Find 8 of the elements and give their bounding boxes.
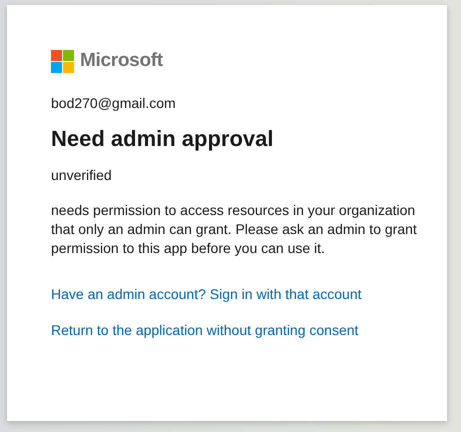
link[interactable]: Return to the application without granting consent — [51, 321, 358, 340]
page-title: Need admin approval — [51, 125, 275, 153]
account-email: bod270@gmail.com — [51, 94, 177, 113]
logo-icon — [51, 50, 74, 72]
link[interactable]: Have an admin account? Sign in with that account — [51, 285, 362, 304]
logo-wordmark: Microsoft — [80, 48, 163, 73]
permission-message: needs permission to access resources in your organization that only an admin can grant. Please ask an admin to grant permission to this app before you can use it. — [51, 201, 418, 258]
app-name: unverified — [51, 166, 113, 185]
